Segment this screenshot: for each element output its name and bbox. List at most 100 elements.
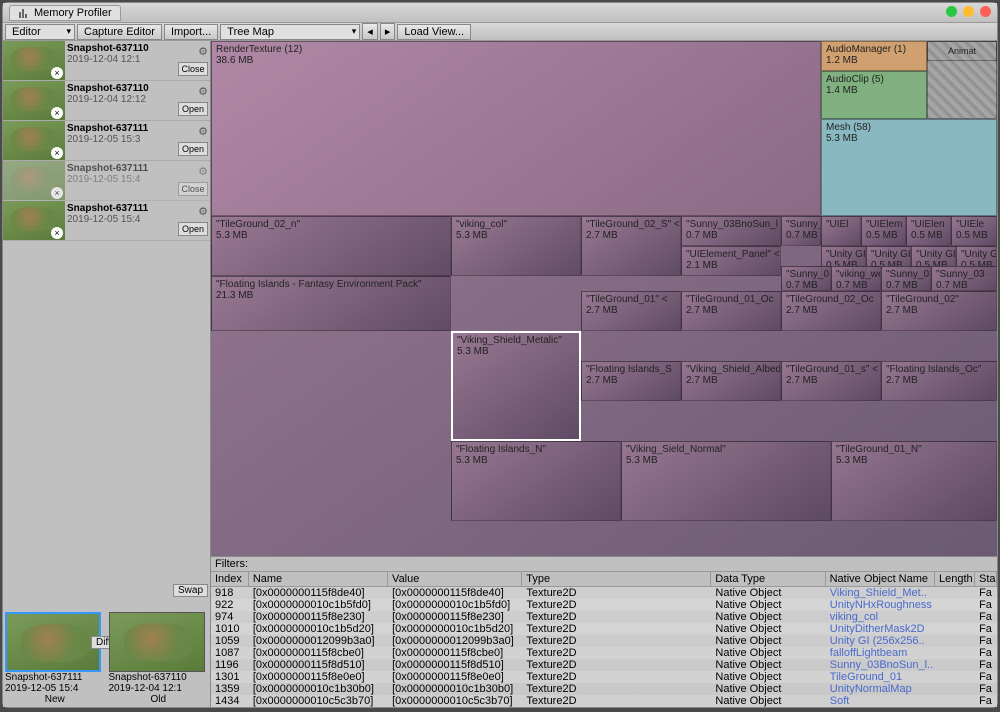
- treemap-tile[interactable]: "Viking_Shield_Albed2.7 MB: [681, 361, 781, 401]
- snapshot-item[interactable]: × Snapshot-6371112019-12-05 15:4 ⚙Open: [3, 201, 210, 241]
- table-row[interactable]: 1434[0x0000000010c5c3b70][0x0000000010c5…: [211, 695, 997, 707]
- treemap-tile[interactable]: "TileGround_02_Oc2.7 MB: [781, 291, 881, 331]
- snapshot-thumb[interactable]: ×: [3, 161, 65, 201]
- snapshot-item[interactable]: × Snapshot-6371102019-12-04 12:12 ⚙Open: [3, 81, 210, 121]
- snapshot-action-button[interactable]: Open: [178, 102, 208, 116]
- load-view-button[interactable]: Load View...: [397, 24, 471, 40]
- treemap-tile[interactable]: "viking_col" 5.3 MB: [451, 216, 581, 276]
- treemap-tile[interactable]: "UIElement_Panel" <2.1 MB: [681, 246, 781, 276]
- treemap-tile[interactable]: "Sunny_030.7 MB: [931, 266, 997, 291]
- treemap-tile[interactable]: "TileGround_02" 2.7 MB: [881, 291, 997, 331]
- swap-button[interactable]: Swap: [173, 584, 208, 597]
- treemap-tile[interactable]: "Floating Islands_Oc"2.7 MB: [881, 361, 997, 401]
- import-button[interactable]: Import...: [164, 24, 218, 40]
- treemap-tile[interactable]: "UIElem0.5 MB: [861, 216, 906, 246]
- tm-audio-manager[interactable]: AudioManager (1) 1.2 MB: [821, 41, 927, 71]
- treemap-tile[interactable]: "Floating Islands - Fantasy Environment …: [211, 276, 451, 331]
- treemap-tile[interactable]: "Floating Islands_N" 5.3 MB: [451, 441, 621, 521]
- close-icon[interactable]: ×: [51, 67, 63, 79]
- treemap-tile[interactable]: "TileGround_02_S" <2.7 MB: [581, 216, 681, 276]
- tile-size: 2.7 MB: [586, 375, 676, 386]
- col-type[interactable]: Type: [522, 572, 711, 586]
- col-native-object[interactable]: Native Object Name: [826, 572, 935, 586]
- treemap-tile[interactable]: "UIElen0.5 MB: [906, 216, 951, 246]
- tab-title[interactable]: Memory Profiler: [9, 5, 121, 21]
- snapshot-action-button[interactable]: Close: [178, 62, 208, 76]
- snapshot-thumb[interactable]: ×: [3, 81, 65, 121]
- minimize-button[interactable]: [946, 6, 957, 17]
- treemap-tile[interactable]: "TileGround_02_n" 5.3 MB: [211, 216, 451, 276]
- gear-icon[interactable]: ⚙: [178, 205, 208, 218]
- gear-icon[interactable]: ⚙: [178, 125, 208, 138]
- treemap-tile[interactable]: "Floating Islands_S2.7 MB: [581, 361, 681, 401]
- treemap-tile[interactable]: "viking_we0.7 MB: [831, 266, 881, 291]
- gear-icon[interactable]: ⚙: [178, 165, 208, 178]
- table-body[interactable]: 918[0x0000000115f8de40][0x0000000115f8de…: [211, 587, 997, 707]
- treemap-tile[interactable]: "UIEl: [821, 216, 861, 246]
- close-button[interactable]: [980, 6, 991, 17]
- treemap-tile[interactable]: "TileGround_01_N" 5.3 MB: [831, 441, 997, 521]
- close-icon[interactable]: ×: [51, 147, 63, 159]
- close-icon[interactable]: ×: [51, 227, 63, 239]
- col-value[interactable]: Value: [388, 572, 522, 586]
- table-row[interactable]: 922[0x0000000010c1b5fd0][0x0000000010c1b…: [211, 599, 997, 611]
- table-row[interactable]: 1301[0x0000000115f8e0e0][0x0000000115f8e…: [211, 671, 997, 683]
- snapshot-item[interactable]: × Snapshot-6371112019-12-05 15:3 ⚙Open: [3, 121, 210, 161]
- snapshot-item[interactable]: × Snapshot-6371112019-12-05 15:4 ⚙Close: [3, 161, 210, 201]
- prev-button[interactable]: ◂: [362, 23, 378, 40]
- maximize-button[interactable]: [963, 6, 974, 17]
- next-button[interactable]: ▸: [380, 23, 396, 40]
- treemap-tile[interactable]: "UIEle0.5 MB: [951, 216, 997, 246]
- snapshot-item[interactable]: × Snapshot-6371102019-12-04 12:1 ⚙Close: [3, 41, 210, 81]
- close-icon[interactable]: ×: [51, 107, 63, 119]
- view-mode-dropdown[interactable]: Tree Map: [220, 24, 360, 40]
- table-row[interactable]: 918[0x0000000115f8de40][0x0000000115f8de…: [211, 587, 997, 599]
- compare-new-slot[interactable]: Snapshot-637111 2019-12-05 15:4 New: [5, 612, 105, 705]
- table-row[interactable]: 1196[0x0000000115f8d510][0x0000000115f8d…: [211, 659, 997, 671]
- treemap-tile[interactable]: "TileGround_01_s" <2.7 MB: [781, 361, 881, 401]
- snapshot-thumb[interactable]: ×: [3, 201, 65, 241]
- tile-size: 2.7 MB: [786, 305, 876, 316]
- snapshot-action-button[interactable]: Open: [178, 142, 208, 156]
- table-row[interactable]: 1010[0x0000000010c1b5d20][0x0000000010c1…: [211, 623, 997, 635]
- close-icon[interactable]: ×: [51, 187, 63, 199]
- snapshot-thumb[interactable]: ×: [3, 41, 65, 81]
- compare-old-slot[interactable]: Snapshot-637110 2019-12-04 12:1 Old: [109, 612, 209, 705]
- col-name[interactable]: Name: [249, 572, 388, 586]
- gear-icon[interactable]: ⚙: [178, 45, 208, 58]
- tile-size: 2.7 MB: [886, 375, 992, 386]
- snapshot-action-button[interactable]: Close: [178, 182, 208, 196]
- tile-title: "Viking_Shield_Metalic" 5.3 MB: [457, 335, 575, 357]
- table-row[interactable]: 974[0x0000000115f8e230][0x0000000115f8e2…: [211, 611, 997, 623]
- tm-animat[interactable]: Animat: [927, 41, 997, 61]
- treemap-tile[interactable]: "Viking_Shield_Metalic" 5.3 MB: [451, 331, 581, 441]
- col-sta[interactable]: Sta: [975, 572, 997, 586]
- gear-icon[interactable]: ⚙: [178, 85, 208, 98]
- compare-old-thumb[interactable]: [109, 612, 205, 672]
- snapshot-action-button[interactable]: Open: [178, 222, 208, 236]
- treemap-tile[interactable]: "TileGround_01" <2.7 MB: [581, 291, 681, 331]
- treemap-tile[interactable]: "Sunny_00.7 MB: [781, 266, 831, 291]
- table-row[interactable]: 1059[0x0000000012099b3a0][0x000000001209…: [211, 635, 997, 647]
- treemap-tile[interactable]: "TileGround_01_Oc2.7 MB: [681, 291, 781, 331]
- table-row[interactable]: 1087[0x0000000115f8cbe0][0x0000000115f8c…: [211, 647, 997, 659]
- capture-button[interactable]: Capture Editor: [77, 24, 162, 40]
- treemap-tile[interactable]: "Sunny_030.7 MB: [881, 266, 931, 291]
- snapshot-thumb[interactable]: ×: [3, 121, 65, 161]
- tm-mesh[interactable]: Mesh (58) 5.3 MB: [821, 119, 997, 216]
- compare-new-thumb[interactable]: [5, 612, 101, 672]
- treemap-tile[interactable]: "Sunny_03BnoSun_l0.7 MB: [681, 216, 781, 246]
- col-index[interactable]: Index: [211, 572, 249, 586]
- treemap-tile[interactable]: "Sunny_0.7 MB: [781, 216, 821, 246]
- table-row[interactable]: 1359[0x0000000010c1b30b0][0x0000000010c1…: [211, 683, 997, 695]
- col-length[interactable]: Length: [935, 572, 975, 586]
- treemap[interactable]: RenderTexture (12) 38.6 MB AudioManager …: [211, 41, 997, 556]
- tile-size: 0.5 MB: [956, 230, 992, 241]
- tile-size: 5.3 MB: [626, 455, 826, 466]
- col-data-type[interactable]: Data Type: [711, 572, 825, 586]
- editor-dropdown[interactable]: Editor: [5, 24, 75, 40]
- tm-audio-clip[interactable]: AudioClip (5) 1.4 MB: [821, 71, 927, 119]
- treemap-tile[interactable]: "Viking_Sield_Normal" 5.3 MB: [621, 441, 831, 521]
- tm-render-texture[interactable]: RenderTexture (12) 38.6 MB: [211, 41, 821, 216]
- profiler-icon: [18, 7, 30, 19]
